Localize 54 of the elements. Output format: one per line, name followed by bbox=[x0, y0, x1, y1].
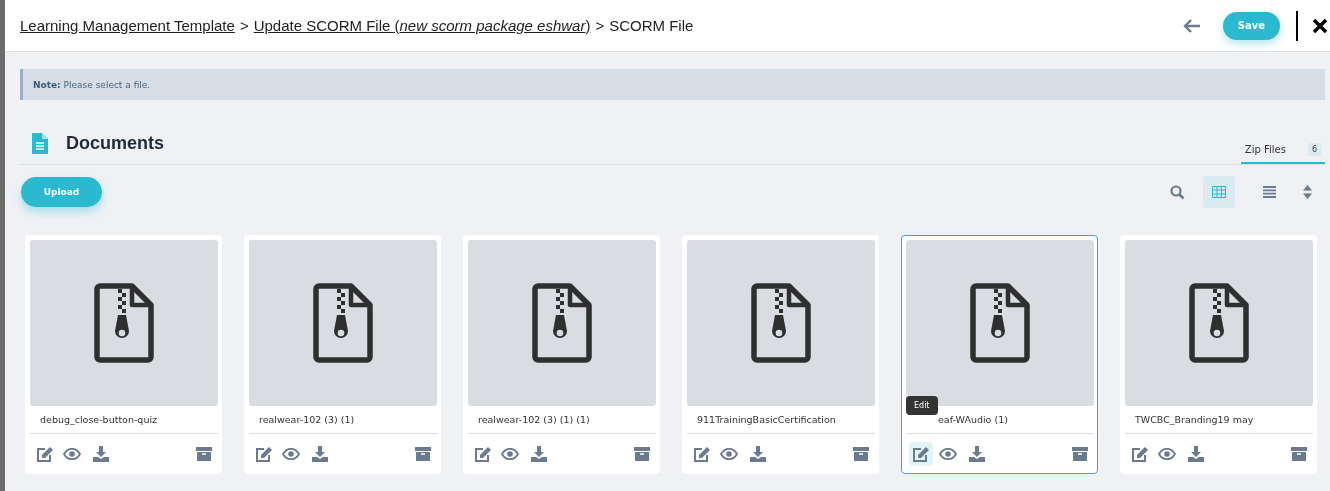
eye-icon[interactable] bbox=[1158, 448, 1176, 460]
edit-button[interactable] bbox=[909, 442, 933, 466]
eye-icon[interactable] bbox=[282, 448, 300, 460]
eye-icon[interactable] bbox=[63, 448, 81, 460]
archive-icon[interactable] bbox=[853, 447, 869, 461]
archive-icon[interactable] bbox=[415, 447, 431, 461]
file-name: eaf-WAudio (1) bbox=[937, 414, 1008, 425]
breadcrumb-separator: > bbox=[239, 17, 249, 34]
zip-file-icon bbox=[1189, 283, 1249, 363]
file-name: realwear-102 (3) (1) (1) bbox=[477, 414, 590, 425]
back-arrow-icon[interactable] bbox=[1183, 18, 1201, 33]
search-icon[interactable] bbox=[1170, 184, 1185, 200]
download-icon[interactable] bbox=[750, 446, 766, 462]
note-text: Note: Please select a file. bbox=[33, 79, 151, 90]
file-name: debug_close-button-quiz bbox=[39, 414, 158, 425]
tab[interactable]: Zip Files 6 bbox=[1240, 143, 1325, 164]
tooltip: Edit bbox=[906, 396, 938, 415]
file-card[interactable]: Edit eaf-WAudio (1) bbox=[901, 235, 1098, 474]
zip-file-icon bbox=[532, 283, 592, 363]
file-card[interactable]: TWCBC_Branding19 may bbox=[1120, 235, 1317, 474]
zip-file-icon bbox=[751, 283, 811, 363]
file-name: 911TrainingBasicCertification bbox=[696, 414, 836, 425]
sort-icon[interactable] bbox=[1303, 185, 1312, 199]
zip-file-icon bbox=[313, 283, 373, 363]
download-icon[interactable] bbox=[531, 446, 547, 462]
breadcrumb-separator: > bbox=[595, 17, 605, 34]
download-icon[interactable] bbox=[312, 446, 328, 462]
eye-icon[interactable] bbox=[939, 448, 957, 460]
list-icon bbox=[1262, 186, 1276, 198]
archive-icon[interactable] bbox=[1291, 447, 1307, 461]
download-icon[interactable] bbox=[969, 446, 985, 462]
archive-icon[interactable] bbox=[1072, 447, 1088, 461]
document-icon bbox=[32, 133, 48, 154]
count-badge: 6 bbox=[1307, 143, 1321, 156]
file-card[interactable]: 911TrainingBasicCertification bbox=[682, 235, 879, 474]
file-card[interactable]: realwear-102 (3) (1) (1) bbox=[463, 235, 660, 474]
breadcrumb-link[interactable]: Learning Management Template bbox=[20, 17, 235, 34]
file-card[interactable]: realwear-102 (3) (1) bbox=[244, 235, 441, 474]
download-icon[interactable] bbox=[1188, 446, 1204, 462]
grid-icon bbox=[1212, 186, 1226, 198]
zip-file-icon bbox=[970, 283, 1030, 363]
section-title: Documents bbox=[66, 133, 164, 154]
file-card[interactable]: debug_close-button-quiz bbox=[25, 235, 222, 474]
file-name: TWCBC_Branding19 may bbox=[1134, 414, 1254, 425]
file-name: realwear-102 (3) (1) bbox=[258, 414, 355, 425]
download-icon[interactable] bbox=[93, 446, 109, 462]
eye-icon[interactable] bbox=[501, 448, 519, 460]
eye-icon[interactable] bbox=[720, 448, 738, 460]
archive-icon[interactable] bbox=[634, 447, 650, 461]
archive-icon[interactable] bbox=[196, 447, 212, 461]
close-icon[interactable] bbox=[1312, 17, 1328, 34]
breadcrumb-current: SCORM File bbox=[609, 17, 694, 34]
breadcrumb-link[interactable]: Update SCORM File (new scorm package eshwar) bbox=[253, 17, 591, 34]
zip-file-icon bbox=[94, 283, 154, 363]
